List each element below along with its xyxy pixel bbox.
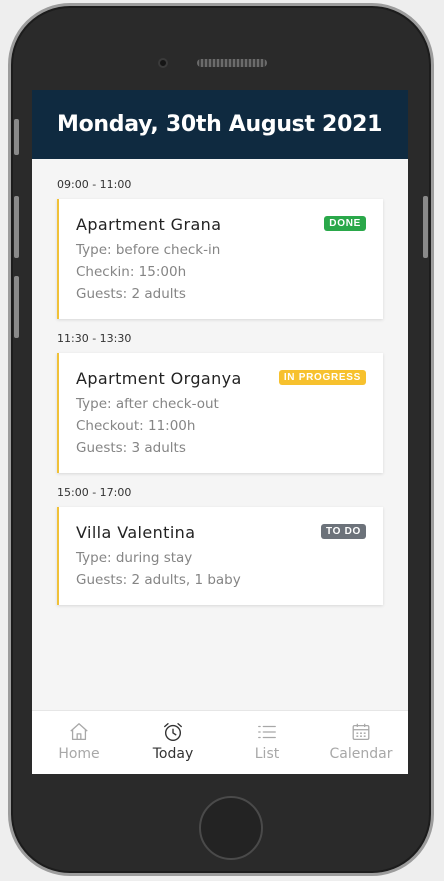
status-badge: IN PROGRESS [278,370,366,385]
task-card[interactable]: DONE Apartment Grana Type: before check-… [57,199,383,319]
alarm-clock-icon [164,723,182,741]
task-type: Type: after check-out [76,396,219,412]
task-card[interactable]: TO DO Villa Valentina Type: during stay … [57,507,383,605]
task-card[interactable]: IN PROGRESS Apartment Organya Type: afte… [57,353,383,473]
mute-switch [14,119,19,155]
tab-today[interactable]: Today [126,711,220,774]
schedule-slot: 09:00 - 11:00 DONE Apartment Grana Type:… [57,178,383,319]
tab-calendar[interactable]: Calendar [314,711,408,774]
task-type: Type: during stay [76,550,193,566]
tab-home[interactable]: Home [32,711,126,774]
front-camera [158,58,168,68]
tab-label: Home [58,746,100,762]
earpiece-speaker [197,59,267,67]
calendar-icon [352,723,370,740]
schedule-list: 09:00 - 11:00 DONE Apartment Grana Type:… [32,159,408,605]
slot-time: 09:00 - 11:00 [57,178,132,191]
volume-down-button [14,276,19,338]
tab-label: List [254,746,280,762]
schedule-slot: 15:00 - 17:00 TO DO Villa Valentina Type… [57,486,383,605]
property-name: Apartment Grana [76,215,222,234]
checkin-time: Checkin: 15:00h [76,264,187,280]
volume-up-button [14,196,19,258]
status-badge: TO DO [321,524,366,539]
tab-label: Today [152,746,194,762]
bottom-tab-bar: Home Today List Calendar [32,710,408,774]
home-button[interactable] [199,796,263,860]
schedule-slot: 11:30 - 13:30 IN PROGRESS Apartment Orga… [57,332,383,473]
status-badge: DONE [324,216,366,231]
guest-count: Guests: 2 adults [76,286,186,302]
home-icon [70,723,88,740]
checkout-time: Checkout: 11:00h [76,418,196,434]
app-screen: Monday, 30th August 2021 09:00 - 11:00 D… [32,90,408,774]
power-button [423,196,428,258]
list-icon [258,725,276,739]
guest-count: Guests: 2 adults, 1 baby [76,572,241,588]
slot-time: 15:00 - 17:00 [57,486,132,499]
task-type: Type: before check-in [76,242,221,258]
app-header: Monday, 30th August 2021 [32,90,408,159]
slot-time: 11:30 - 13:30 [57,332,132,345]
page-title: Monday, 30th August 2021 [57,112,383,137]
tab-list[interactable]: List [220,711,314,774]
tab-label: Calendar [329,746,393,762]
guest-count: Guests: 3 adults [76,440,186,456]
